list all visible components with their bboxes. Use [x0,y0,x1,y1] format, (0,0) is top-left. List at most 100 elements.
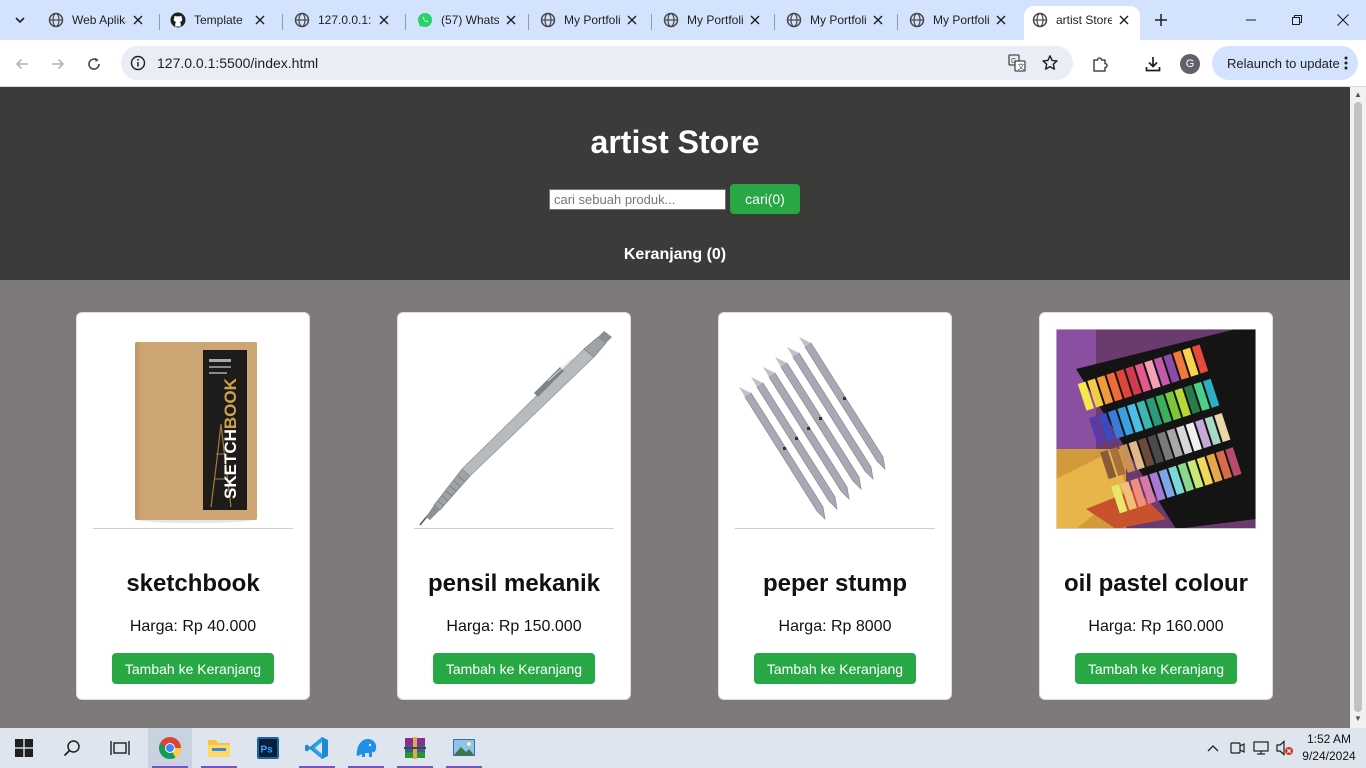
volume-muted-icon[interactable] [1276,739,1294,757]
show-hidden-icons-icon[interactable] [1204,739,1222,757]
tab-template[interactable]: Template [162,6,276,34]
address-bar[interactable]: 127.0.0.1:5500/index.html G文 [121,46,1073,80]
chrome-icon [159,737,181,759]
close-window-button[interactable] [1320,0,1366,40]
taskbar-photoshop[interactable]: Ps [246,728,290,768]
close-icon[interactable] [993,12,1009,28]
product-image: SKETCHBOOK [93,329,293,529]
svg-text:G: G [1011,58,1016,65]
add-to-cart-button[interactable]: Tambah ke Keranjang [433,653,595,684]
product-image [735,329,935,529]
taskbar-clock[interactable]: 1:52 AM 9/24/2024 [1296,731,1362,765]
product-name: peper stump [762,570,908,597]
tab-strip: Web Aplikasi Template 127.0.0.1:5500 (57… [0,0,1366,40]
browser-toolbar: 127.0.0.1:5500/index.html G文 G Relaunch … [0,40,1366,87]
translate-icon[interactable]: G文 [1007,53,1027,73]
bookmark-star-icon[interactable] [1040,53,1060,73]
tab-my-portfolio-3[interactable]: My Portfolio [778,6,894,34]
tab-title: artist Store [1056,13,1112,27]
close-icon [1337,14,1349,26]
meet-now-icon[interactable] [1228,739,1246,757]
close-icon[interactable] [376,12,392,28]
tab-title: (57) WhatsApp [441,13,499,27]
url-text: 127.0.0.1:5500/index.html [157,55,319,71]
taskbar-vscode[interactable] [295,728,339,768]
taskbar-app[interactable] [344,728,388,768]
relaunch-to-update-button[interactable]: Relaunch to update [1212,46,1358,80]
globe-icon [786,12,802,28]
paper-stump-image [739,336,886,520]
plus-icon [1155,14,1167,26]
task-view-icon [110,741,130,755]
tab-artist-store[interactable]: artist Store [1024,6,1140,40]
tab-separator [159,14,160,30]
start-button[interactable] [2,728,46,768]
forward-button[interactable] [44,50,72,78]
tab-whatsapp[interactable]: (57) WhatsApp [409,6,527,34]
add-to-cart-button[interactable]: Tambah ke Keranjang [112,653,274,684]
close-icon[interactable] [252,12,268,28]
network-icon[interactable] [1252,739,1270,757]
cart-link[interactable]: Keranjang (0) [0,246,1350,264]
relaunch-label: Relaunch to update [1227,55,1340,71]
taskbar-chrome[interactable] [148,728,192,768]
taskbar-winrar[interactable] [393,728,437,768]
search-icon [63,740,80,757]
tab-my-portfolio-1[interactable]: My Portfolio [532,6,648,34]
scrollbar-thumb[interactable] [1354,102,1362,712]
tab-search-button[interactable] [8,8,32,32]
site-info-icon[interactable] [129,54,147,72]
taskbar-search-button[interactable] [50,728,94,768]
product-image [1056,329,1256,529]
svg-text:Ps: Ps [261,745,274,756]
taskbar-image-viewer[interactable] [442,728,486,768]
close-icon[interactable] [624,12,640,28]
scroll-down-arrow-icon[interactable]: ▼ [1354,715,1362,723]
arrow-right-icon [52,58,65,70]
product-card-peper-stump: peper stump Harga: Rp 8000 Tambah ke Ker… [718,312,952,700]
minimize-icon [1246,19,1256,21]
close-icon[interactable] [747,12,763,28]
download-icon[interactable] [1141,52,1165,76]
store-header: artist Store cari(0) Keranjang (0) [0,87,1350,280]
profile-avatar[interactable]: G [1180,54,1200,74]
windows-start-icon [15,739,33,757]
close-icon[interactable] [503,12,519,28]
arrow-left-icon [15,58,28,70]
extensions-icon[interactable] [1088,52,1112,76]
close-icon[interactable] [870,12,886,28]
search-input[interactable] [549,189,726,210]
close-icon[interactable] [130,12,146,28]
search-button[interactable]: cari(0) [730,184,800,214]
page-viewport: artist Store cari(0) Keranjang (0) SKETC… [0,87,1350,728]
minimize-button[interactable] [1228,0,1274,40]
chevron-down-icon [15,17,25,24]
scroll-up-arrow-icon[interactable]: ▲ [1354,91,1362,99]
globe-icon [1032,12,1048,28]
close-icon[interactable] [1116,12,1132,28]
new-tab-button[interactable] [1149,8,1173,32]
add-to-cart-button[interactable]: Tambah ke Keranjang [754,653,916,684]
tab-separator [282,14,283,30]
tab-my-portfolio-2[interactable]: My Portfolio [655,6,771,34]
taskbar-file-explorer[interactable] [197,728,241,768]
product-price: Harga: Rp 8000 [778,618,892,635]
reload-button[interactable] [80,50,108,78]
file-explorer-icon [208,740,230,757]
add-to-cart-button[interactable]: Tambah ke Keranjang [1075,653,1237,684]
clock-time: 1:52 AM [1306,732,1352,746]
restore-button[interactable] [1274,0,1320,40]
tab-web-aplikasi[interactable]: Web Aplikasi [40,6,154,34]
task-view-button[interactable] [98,728,142,768]
mechanical-pencil-image [419,330,612,525]
back-button[interactable] [8,50,36,78]
page-scrollbar[interactable]: ▲ ▼ [1350,87,1366,728]
tab-localhost[interactable]: 127.0.0.1:5500 [286,6,400,34]
reload-icon [88,57,100,70]
app-icon [356,739,377,757]
globe-icon [663,12,679,28]
more-vert-icon [1344,55,1348,74]
product-card-oil-pastel-colour: oil pastel colour Harga: Rp 160.000 Tamb… [1039,312,1273,700]
tab-my-portfolio-4[interactable]: My Portfolio [901,6,1017,34]
github-icon [170,12,186,28]
